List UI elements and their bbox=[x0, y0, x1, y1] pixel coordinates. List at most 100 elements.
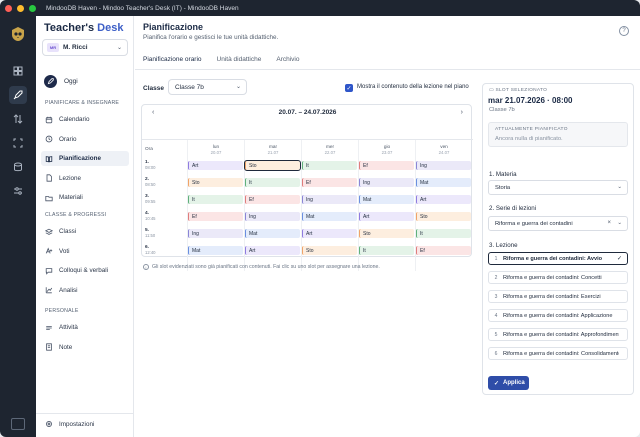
sidebar-item-calendario[interactable]: Calendario bbox=[41, 112, 129, 127]
user-switcher[interactable]: MR M. Ricci ⌄ bbox=[42, 39, 128, 56]
sidebar-item-voti[interactable]: Voti bbox=[41, 244, 129, 259]
main-content: Pianificazione Pianifica l'orario e gest… bbox=[135, 16, 640, 437]
lesson-option[interactable]: 6 Riforma e guerra dei contadini: Consoli… bbox=[488, 347, 628, 360]
next-week-icon[interactable]: › bbox=[461, 109, 463, 116]
sidebar-item-materiali[interactable]: Materiali bbox=[41, 190, 129, 205]
rail-database-icon[interactable] bbox=[9, 158, 27, 176]
lesson-option[interactable]: 1 Riforma e guerra dei contadini: Avvio ✓ bbox=[488, 252, 628, 265]
timetable-slot[interactable]: It bbox=[359, 246, 414, 255]
lesson-option[interactable]: 4 Riforma e guerra dei contadini: Applica… bbox=[488, 309, 628, 322]
apply-button[interactable]: ✓ Applica bbox=[488, 376, 529, 390]
lesson-option[interactable]: 5 Riforma e guerra dei contadini: Approfo… bbox=[488, 328, 628, 341]
minimize-window-button[interactable] bbox=[17, 4, 24, 12]
sidebar-item-attività[interactable]: Attività bbox=[41, 320, 129, 335]
timetable-slot[interactable]: Ing bbox=[359, 178, 414, 187]
timetable-slot[interactable]: Mat bbox=[245, 229, 300, 238]
day-date: 24.07 bbox=[438, 150, 450, 155]
sidebar-item-label: Materiali bbox=[59, 194, 83, 201]
timetable-slot[interactable]: Ef bbox=[245, 195, 300, 204]
sidebar-item-label: Calendario bbox=[59, 116, 90, 123]
maximize-window-button[interactable] bbox=[29, 4, 36, 12]
toggle-sidebar-icon[interactable] bbox=[11, 418, 25, 430]
timetable-slot[interactable]: Ing bbox=[188, 229, 243, 238]
lesson-title: Riforma e guerra dei contadini: Esercizi bbox=[503, 293, 601, 300]
clear-icon[interactable]: × bbox=[607, 220, 611, 226]
rail-transfer-icon[interactable] bbox=[9, 110, 27, 128]
rail-dashboard-icon[interactable] bbox=[9, 62, 27, 80]
lesson-option[interactable]: 2 Riforma e guerra dei contadini: Concett… bbox=[488, 271, 628, 284]
timetable-slot[interactable]: Ef bbox=[188, 212, 243, 221]
sidebar-item-label: Colloqui & verbali bbox=[59, 267, 109, 274]
timetable-slot[interactable]: Sto bbox=[244, 160, 301, 171]
day-name: lun bbox=[212, 144, 220, 149]
timetable-slot[interactable]: It bbox=[416, 229, 471, 238]
period-time: 10:45 bbox=[145, 216, 156, 221]
week-navigator: ‹ 20.07. – 24.07.2026 › bbox=[142, 105, 473, 119]
rail-rocket-icon[interactable] bbox=[9, 86, 27, 104]
timetable-slot[interactable]: Art bbox=[188, 161, 243, 170]
period-time: 08:50 bbox=[145, 182, 156, 187]
timetable-slot[interactable]: Ing bbox=[416, 161, 471, 170]
sidebar-item-pianificazione[interactable]: Pianificazione bbox=[41, 151, 129, 166]
timetable-slot[interactable]: Mat bbox=[359, 195, 414, 204]
today-icon bbox=[44, 74, 57, 88]
sidebar-item-analisi[interactable]: Analisi bbox=[41, 283, 129, 298]
timetable-slot[interactable]: Art bbox=[302, 229, 357, 238]
note-icon bbox=[46, 343, 52, 351]
sidebar-item-label: Orario bbox=[59, 135, 77, 143]
show-content-checkbox[interactable]: ✓ bbox=[345, 84, 353, 92]
timetable-slot[interactable]: Art bbox=[245, 246, 300, 255]
slot-date: mar 21.07.2026 · 08:00 bbox=[488, 96, 573, 105]
day-name: ven bbox=[440, 144, 448, 149]
timetable-slot[interactable]: Sto bbox=[302, 246, 357, 255]
sidebar-item-impostazioni[interactable]: Impostazioni bbox=[41, 420, 94, 428]
timetable-slot[interactable]: Ef bbox=[416, 246, 471, 255]
sidebar-item-note[interactable]: Note bbox=[41, 340, 129, 355]
timetable-slot[interactable]: Ef bbox=[359, 161, 414, 170]
sidebar-item-classi[interactable]: Classi bbox=[41, 224, 129, 239]
page-title: Pianificazione bbox=[143, 22, 204, 32]
period-label: 3. 09:55 bbox=[145, 194, 155, 204]
timetable-slot[interactable]: It bbox=[302, 161, 357, 170]
timetable-slot[interactable]: Ing bbox=[302, 195, 357, 204]
close-window-button[interactable] bbox=[5, 4, 12, 12]
timetable-slot[interactable]: Sto bbox=[188, 178, 243, 187]
timetable-slot[interactable]: Mat bbox=[188, 246, 243, 255]
classe-select[interactable]: Classe 7b ⌄ bbox=[168, 79, 247, 95]
timetable-slot[interactable]: It bbox=[188, 195, 243, 204]
timetable-slot[interactable]: Sto bbox=[416, 212, 471, 221]
divider bbox=[135, 69, 640, 70]
timetable-slot[interactable]: Art bbox=[359, 212, 414, 221]
timetable-slot[interactable]: It bbox=[245, 178, 300, 187]
info-icon: i bbox=[143, 264, 149, 270]
period-label: 4. 10:45 bbox=[145, 211, 155, 221]
timetable-slot[interactable]: Ef bbox=[302, 178, 357, 187]
timetable-slot[interactable]: Mat bbox=[416, 178, 471, 187]
help-icon[interactable]: ? bbox=[619, 26, 629, 36]
lesson-option[interactable]: 3 Riforma e guerra dei contadini: Eserciz… bbox=[488, 290, 628, 303]
rail-sliders-icon[interactable] bbox=[9, 182, 27, 200]
day-header: mer 22.07 bbox=[302, 144, 358, 155]
tab-pianificazione-orario[interactable]: Pianificazione orario bbox=[143, 56, 202, 70]
materia-select[interactable]: Storia ⌄ bbox=[488, 180, 628, 195]
sidebar-item-colloqui-verbali[interactable]: Colloqui & verbali bbox=[41, 263, 129, 278]
sidebar-item-label: Voti bbox=[59, 247, 70, 255]
rail-scan-icon[interactable] bbox=[9, 134, 27, 152]
tab-unita-didattiche[interactable]: Unità didattiche bbox=[217, 56, 262, 70]
timetable-slot[interactable]: Ing bbox=[245, 212, 300, 221]
chevron-down-icon: ⌄ bbox=[617, 184, 622, 190]
sidebar-item-label: Classi bbox=[59, 228, 77, 235]
timetable-slot[interactable]: Art bbox=[416, 195, 471, 204]
clock-icon bbox=[45, 135, 53, 143]
prev-week-icon[interactable]: ‹ bbox=[152, 109, 154, 116]
sidebar-section-title: CLASSE & PROGRESSI bbox=[45, 212, 107, 218]
serie-select[interactable]: Riforma e guerra dei contadini × ⌄ bbox=[488, 216, 628, 231]
lezione-label: 3. Lezione bbox=[489, 242, 518, 249]
sidebar-item-orario[interactable]: Orario bbox=[41, 132, 129, 147]
tab-archivio[interactable]: Archivio bbox=[276, 56, 299, 70]
timetable-slot[interactable]: Mat bbox=[302, 212, 357, 221]
sidebar-item-lezione[interactable]: Lezione bbox=[41, 171, 129, 186]
sidebar-item-label: Attività bbox=[59, 324, 78, 331]
sidebar-item-oggi[interactable]: Oggi bbox=[41, 73, 129, 89]
timetable-slot[interactable]: Sto bbox=[359, 229, 414, 238]
